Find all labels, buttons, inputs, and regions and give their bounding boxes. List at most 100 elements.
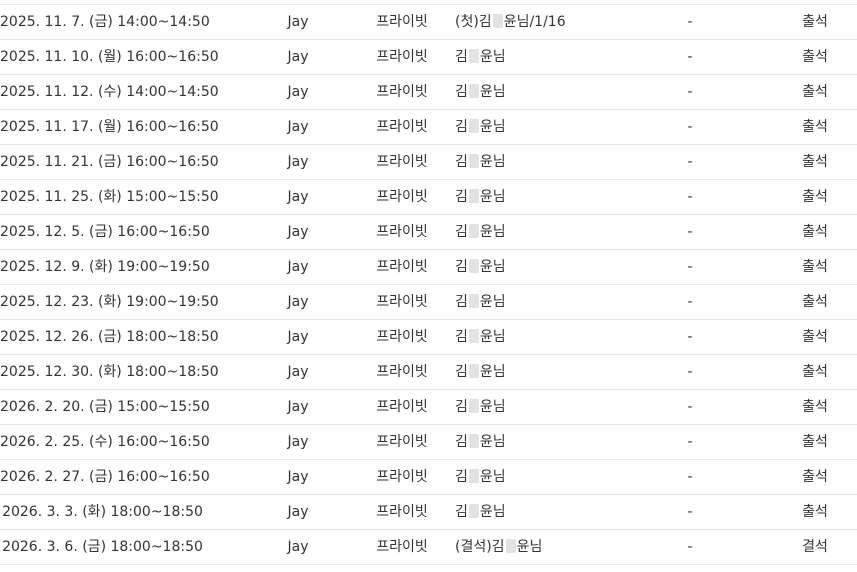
redacted-name-block xyxy=(468,329,479,343)
teacher-name: Jay xyxy=(287,294,309,310)
student-name-prefix: 김 xyxy=(455,224,468,240)
attendance-status: 출석 xyxy=(802,154,828,170)
student-name: 김 윤님 xyxy=(455,250,655,284)
class-type: 프라이빗 xyxy=(376,294,428,310)
student-name: (첫)김 윤님/1/16 xyxy=(455,5,655,39)
class-type: 프라이빗 xyxy=(376,259,428,275)
student-name: 김 윤님 xyxy=(455,425,655,459)
student-name-prefix: 김 xyxy=(455,49,468,65)
class-datetime: 2025. 12. 9. (화) 19:00~19:50 xyxy=(0,259,210,275)
student-name-suffix: 윤님 xyxy=(479,259,506,275)
table-row[interactable]: 2025. 11. 17. (월) 16:00~16:50 Jay 프라이빗 김… xyxy=(0,110,857,145)
note: - xyxy=(687,364,693,380)
note: - xyxy=(687,154,693,170)
class-datetime: 2025. 12. 23. (화) 19:00~19:50 xyxy=(0,294,219,310)
redacted-name-block xyxy=(468,469,479,483)
teacher-name: Jay xyxy=(287,329,309,345)
student-name: 김 윤님 xyxy=(455,285,655,319)
table-row[interactable]: 2025. 12. 5. (금) 16:00~16:50 Jay 프라이빗 김윤… xyxy=(0,215,857,250)
class-datetime: 2026. 3. 6. (금) 18:00~18:50 xyxy=(2,539,203,555)
student-name-suffix: 윤님 xyxy=(479,434,506,450)
student-name-prefix: (첫)김 xyxy=(455,14,492,30)
note: - xyxy=(687,224,693,240)
table-row[interactable]: 2025. 11. 12. (수) 14:00~14:50 Jay 프라이빗 김… xyxy=(0,75,857,110)
table-row[interactable]: 2025. 12. 9. (화) 19:00~19:50 Jay 프라이빗 김윤… xyxy=(0,250,857,285)
student-name-suffix: 윤님 xyxy=(479,294,506,310)
redacted-name-block xyxy=(468,154,479,168)
student-name-suffix: 윤님 xyxy=(479,469,506,485)
class-datetime: 2026. 2. 27. (금) 16:00~16:50 xyxy=(0,469,210,485)
attendance-status: 결석 xyxy=(802,539,828,555)
table-row[interactable]: 2025. 12. 23. (화) 19:00~19:50 Jay 프라이빗 김… xyxy=(0,285,857,320)
teacher-name: Jay xyxy=(287,119,309,135)
teacher-name: Jay xyxy=(287,504,309,520)
class-type: 프라이빗 xyxy=(376,84,428,100)
student-name: 김 윤님 xyxy=(455,40,655,74)
attendance-status: 출석 xyxy=(802,119,828,135)
note: - xyxy=(687,14,693,30)
attendance-status: 출석 xyxy=(802,364,828,380)
redacted-name-block xyxy=(468,399,479,413)
class-type: 프라이빗 xyxy=(376,364,428,380)
table-row[interactable]: 2025. 11. 10. (월) 16:00~16:50 Jay 프라이빗 김… xyxy=(0,40,857,75)
class-type: 프라이빗 xyxy=(376,434,428,450)
attendance-status: 출석 xyxy=(802,259,828,275)
redacted-name-block xyxy=(468,224,479,238)
class-datetime: 2025. 11. 21. (금) 16:00~16:50 xyxy=(0,154,219,170)
table-row[interactable]: 2025. 11. 7. (금) 14:00~14:50 Jay 프라이빗 (첫… xyxy=(0,5,857,40)
note: - xyxy=(687,469,693,485)
class-type: 프라이빗 xyxy=(376,154,428,170)
student-name: 김 윤님 xyxy=(455,180,655,214)
class-type: 프라이빗 xyxy=(376,329,428,345)
redacted-name-block xyxy=(468,49,479,63)
class-datetime: 2025. 11. 25. (화) 15:00~15:50 xyxy=(0,189,219,205)
table-row[interactable]: 2026. 2. 20. (금) 15:00~15:50 Jay 프라이빗 김윤… xyxy=(0,390,857,425)
class-datetime: 2026. 3. 3. (화) 18:00~18:50 xyxy=(2,504,203,520)
student-name: 김 윤님 xyxy=(455,215,655,249)
student-name-suffix: 윤님 xyxy=(479,364,506,380)
student-name: 김 윤님 xyxy=(455,460,655,494)
student-name-suffix: 윤님 xyxy=(516,539,543,555)
table-row[interactable]: 2025. 11. 21. (금) 16:00~16:50 Jay 프라이빗 김… xyxy=(0,145,857,180)
teacher-name: Jay xyxy=(287,259,309,275)
class-datetime: 2026. 2. 20. (금) 15:00~15:50 xyxy=(0,399,210,415)
student-name-prefix: 김 xyxy=(455,469,468,485)
teacher-name: Jay xyxy=(287,189,309,205)
table-row[interactable]: 2025. 12. 30. (화) 18:00~18:50 Jay 프라이빗 김… xyxy=(0,355,857,390)
student-name-prefix: 김 xyxy=(455,504,468,520)
student-name-suffix: 윤님 xyxy=(479,119,506,135)
teacher-name: Jay xyxy=(287,49,309,65)
redacted-name-block xyxy=(468,119,479,133)
teacher-name: Jay xyxy=(287,84,309,100)
attendance-status: 출석 xyxy=(802,434,828,450)
student-name: 김 윤님 xyxy=(455,75,655,109)
table-row[interactable]: 2026. 2. 27. (금) 16:00~16:50 Jay 프라이빗 김윤… xyxy=(0,460,857,495)
table-row[interactable]: 2026. 3. 6. (금) 18:00~18:50 Jay 프라이빗 (결석… xyxy=(0,530,857,565)
student-name-prefix: 김 xyxy=(455,329,468,345)
table-row[interactable]: 2026. 2. 25. (수) 16:00~16:50 Jay 프라이빗 김윤… xyxy=(0,425,857,460)
table-row[interactable]: 2026. 3. 3. (화) 18:00~18:50 Jay 프라이빗 김 윤님… xyxy=(0,495,857,530)
attendance-status: 출석 xyxy=(802,399,828,415)
table-row[interactable]: 2025. 11. 25. (화) 15:00~15:50 Jay 프라이빗 김… xyxy=(0,180,857,215)
student-name-prefix: 김 xyxy=(455,154,468,170)
student-name: 김 윤님 xyxy=(455,495,655,529)
note: - xyxy=(687,539,693,555)
class-datetime: 2025. 12. 30. (화) 18:00~18:50 xyxy=(0,364,219,380)
redacted-name-block xyxy=(505,539,516,553)
attendance-status: 출석 xyxy=(802,14,828,30)
teacher-name: Jay xyxy=(287,14,309,30)
attendance-status: 출석 xyxy=(802,224,828,240)
table-row[interactable]: 2025. 12. 26. (금) 18:00~18:50 Jay 프라이빗 김… xyxy=(0,320,857,355)
note: - xyxy=(687,49,693,65)
student-name-suffix: 윤님 xyxy=(479,154,506,170)
note: - xyxy=(687,329,693,345)
class-type: 프라이빗 xyxy=(376,49,428,65)
class-type: 프라이빗 xyxy=(376,399,428,415)
class-datetime: 2025. 12. 5. (금) 16:00~16:50 xyxy=(0,224,210,240)
class-type: 프라이빗 xyxy=(376,119,428,135)
note: - xyxy=(687,434,693,450)
student-name-suffix: 윤님 xyxy=(479,84,506,100)
student-name-prefix: 김 xyxy=(455,364,468,380)
student-name-suffix: 윤님 xyxy=(479,504,506,520)
student-name: 김 윤님 xyxy=(455,355,655,389)
